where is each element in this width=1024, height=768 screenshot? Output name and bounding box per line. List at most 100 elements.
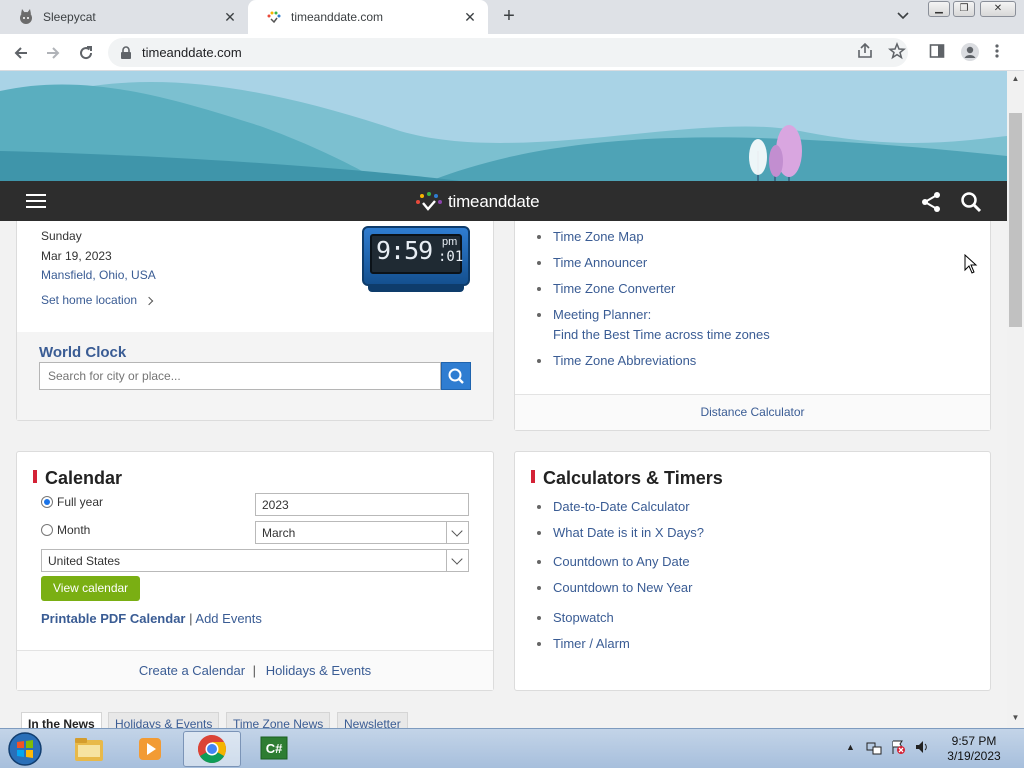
city-search-input[interactable] (39, 362, 441, 390)
search-icon[interactable] (960, 191, 982, 213)
separator: | (189, 611, 193, 626)
link-date-to-date[interactable]: Date-to-Date Calculator (535, 499, 704, 525)
distance-calculator-link[interactable]: Distance Calculator (515, 405, 990, 419)
clock-seconds-text: :01 (438, 249, 464, 265)
add-events-link[interactable]: Add Events (195, 611, 262, 626)
volume-tray-icon[interactable] (914, 739, 930, 755)
browser-toolbar: timeanddate.com (0, 34, 1024, 71)
month-select-value: March (262, 526, 296, 540)
chevron-right-icon (145, 296, 154, 306)
browser-tab-timeanddate[interactable]: timeanddate.com ✕ (248, 0, 488, 34)
back-arrow-icon[interactable] (10, 42, 32, 64)
reload-icon[interactable] (75, 42, 97, 64)
create-calendar-link[interactable]: Create a Calendar (139, 663, 245, 678)
link-time-zone-abbreviations[interactable]: Time Zone Abbreviations (535, 353, 770, 379)
page-scrollbar[interactable]: ▲ ▼ (1007, 71, 1024, 728)
scroll-up-arrow-icon[interactable]: ▲ (1011, 74, 1020, 83)
tab-search-chevron-icon[interactable] (896, 8, 914, 26)
tab-holidays-events[interactable]: Holidays & Events (108, 712, 220, 728)
scroll-down-arrow-icon[interactable]: ▼ (1011, 713, 1020, 722)
full-year-radio[interactable] (41, 496, 53, 508)
folder-icon (75, 738, 103, 761)
chevron-down-icon (446, 522, 468, 543)
bookmark-star-icon[interactable] (888, 41, 908, 62)
share-icon[interactable] (920, 191, 942, 213)
view-calendar-button[interactable]: View calendar (41, 576, 141, 601)
restore-button[interactable]: ❐ (953, 1, 975, 17)
close-tab-icon[interactable]: ✕ (222, 9, 238, 25)
tab-in-the-news[interactable]: In the News (21, 712, 102, 728)
side-panel-icon[interactable] (928, 42, 948, 62)
search-icon (448, 368, 464, 384)
tab-time-zone-news[interactable]: Time Zone News (226, 712, 331, 728)
calculators-title-text: Calculators & Timers (543, 468, 723, 488)
link-label: Countdown to New Year (553, 580, 693, 595)
clock-ampm-text: pm (442, 236, 458, 248)
set-home-location-link[interactable]: Set home location (41, 293, 154, 307)
taskbar-chrome[interactable] (183, 731, 241, 767)
link-meeting-planner[interactable]: Meeting Planner: Find the Best Time acros… (535, 307, 770, 353)
tab-title: timeanddate.com (291, 10, 384, 24)
link-label: What Date is it in X Days? (553, 525, 704, 540)
link-time-zone-converter[interactable]: Time Zone Converter (535, 281, 770, 307)
forward-arrow-icon[interactable] (42, 42, 64, 64)
tray-clock[interactable]: 9:57 PM 3/19/2023 (944, 734, 1004, 764)
world-clock-section: World Clock (17, 332, 493, 420)
link-stopwatch[interactable]: Stopwatch (535, 610, 704, 636)
tz-links-list: Time Zone Map Time Announcer Time Zone C… (535, 229, 770, 379)
printable-pdf-calendar-link[interactable]: Printable PDF Calendar (41, 611, 185, 626)
scroll-thumb[interactable] (1009, 113, 1022, 327)
tray-expand-icon[interactable]: ▲ (846, 742, 855, 752)
start-button[interactable] (0, 731, 50, 767)
media-player-icon (139, 738, 161, 760)
tz-card-footer: Distance Calculator (515, 394, 990, 430)
close-tab-icon[interactable]: ✕ (462, 9, 478, 25)
lock-icon (120, 46, 132, 60)
pdf-links-row: Printable PDF Calendar | Add Events (41, 611, 262, 626)
time-zone-tools-card: Time Zone Map Time Announcer Time Zone C… (514, 221, 991, 431)
country-select-value: United States (48, 554, 121, 568)
taskbar-csharp[interactable]: C# (245, 731, 303, 767)
date-text: Mar 19, 2023 (41, 249, 112, 263)
taskbar-media-player[interactable] (121, 731, 179, 767)
city-search-button[interactable] (441, 362, 471, 390)
address-bar[interactable]: timeanddate.com (108, 38, 908, 67)
world-clock-title[interactable]: World Clock (39, 344, 126, 361)
link-label: Stopwatch (553, 610, 614, 625)
network-tray-icon[interactable] (866, 739, 882, 755)
link-time-zone-map[interactable]: Time Zone Map (535, 229, 770, 255)
location-link[interactable]: Mansfield, Ohio, USA (41, 268, 156, 282)
link-timer-alarm[interactable]: Timer / Alarm (535, 636, 704, 662)
year-input[interactable]: 2023 (255, 493, 469, 516)
browser-menu-icon[interactable] (994, 42, 1006, 62)
month-select[interactable]: March (255, 521, 469, 544)
flag-alert-tray-icon[interactable] (890, 739, 906, 755)
link-label: Time Announcer (553, 255, 648, 270)
calendar-card-footer: Create a Calendar | Holidays & Events (17, 650, 493, 690)
link-countdown-new-year[interactable]: Countdown to New Year (535, 580, 704, 610)
minimize-button[interactable]: ▁ (928, 1, 950, 17)
taskbar-explorer[interactable] (60, 731, 118, 767)
mouse-cursor-icon (964, 253, 978, 274)
new-tab-button[interactable]: + (498, 6, 520, 28)
link-sublabel: Find the Best Time across time zones (553, 327, 770, 342)
site-logo[interactable]: timeanddate (414, 191, 540, 213)
link-countdown-any-date[interactable]: Countdown to Any Date (535, 554, 704, 580)
hamburger-menu-icon[interactable] (26, 194, 46, 208)
share-page-icon[interactable] (856, 42, 876, 62)
country-select[interactable]: United States (41, 549, 469, 572)
calculators-timers-card: Calculators & Timers Date-to-Date Calcul… (514, 451, 991, 691)
browser-tab-sleepycat[interactable]: Sleepycat ✕ (0, 0, 248, 34)
digital-clock-graphic: 9:59 pm :01 (362, 226, 470, 294)
holidays-events-link[interactable]: Holidays & Events (266, 663, 372, 678)
link-time-announcer[interactable]: Time Announcer (535, 255, 770, 281)
tab-newsletter[interactable]: Newsletter (337, 712, 408, 728)
calendar-footer-links: Create a Calendar | Holidays & Events (17, 663, 493, 678)
profile-avatar-icon[interactable] (960, 42, 980, 62)
svg-text:C#: C# (266, 741, 283, 756)
close-window-button[interactable]: ✕ (980, 1, 1016, 17)
link-date-in-x-days[interactable]: What Date is it in X Days? (535, 525, 704, 554)
link-label: Time Zone Abbreviations (553, 353, 697, 368)
link-label: Meeting Planner: (553, 307, 652, 322)
month-radio[interactable] (41, 524, 53, 536)
